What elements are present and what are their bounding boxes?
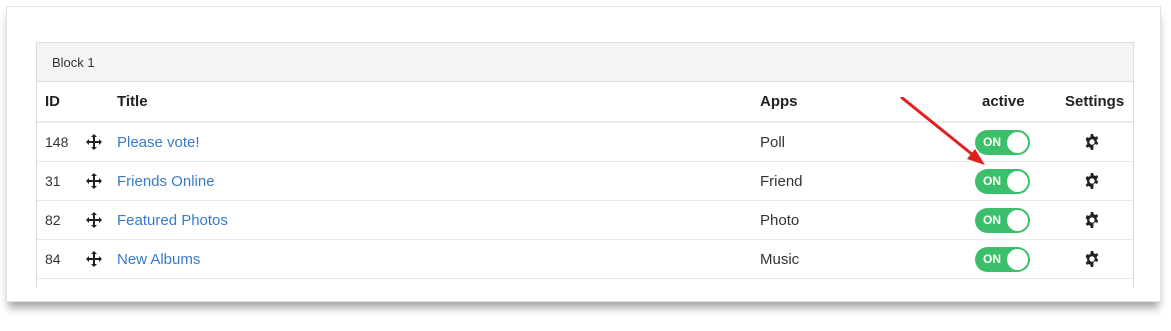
active-toggle[interactable]: ON bbox=[975, 168, 1030, 194]
block-header: Block 1 bbox=[37, 42, 1133, 82]
move-icon[interactable] bbox=[85, 133, 103, 151]
table-row: 82 Featured Photos Photo ON bbox=[37, 201, 1133, 240]
block-title-link[interactable]: Featured Photos bbox=[117, 212, 228, 229]
header-id: ID bbox=[45, 93, 60, 110]
row-id: 82 bbox=[45, 212, 61, 228]
move-icon[interactable] bbox=[85, 172, 103, 190]
block-panel: Block 1 ID Title Apps active Settings 14… bbox=[36, 42, 1134, 288]
header-apps: Apps bbox=[760, 93, 798, 110]
row-app: Music bbox=[760, 250, 800, 268]
row-id: 84 bbox=[45, 251, 61, 267]
table-row: 31 Friends Online Friend ON bbox=[37, 162, 1133, 201]
row-app: Poll bbox=[760, 133, 786, 151]
table-row: 148 Please vote! Poll ON bbox=[37, 123, 1133, 162]
toggle-label: ON bbox=[983, 212, 1001, 227]
block-title-link[interactable]: Please vote! bbox=[117, 134, 200, 151]
header-active: active bbox=[982, 93, 1025, 110]
active-toggle[interactable]: ON bbox=[975, 129, 1030, 155]
header-settings: Settings bbox=[1065, 93, 1125, 110]
active-toggle[interactable]: ON bbox=[975, 207, 1030, 233]
move-icon[interactable] bbox=[85, 211, 103, 229]
active-toggle[interactable]: ON bbox=[975, 246, 1030, 272]
row-id: 31 bbox=[45, 173, 61, 189]
row-id: 148 bbox=[45, 134, 69, 150]
gear-icon[interactable] bbox=[1083, 250, 1101, 268]
toggle-knob bbox=[1007, 131, 1028, 153]
block-title: Block 1 bbox=[52, 54, 95, 70]
block-title-link[interactable]: Friends Online bbox=[117, 173, 215, 190]
row-app: Photo bbox=[760, 211, 800, 229]
screenshot-frame: Block 1 ID Title Apps active Settings 14… bbox=[6, 6, 1161, 302]
gear-icon[interactable] bbox=[1083, 211, 1101, 229]
table-header: ID Title Apps active Settings bbox=[37, 82, 1133, 123]
table-row: 84 New Albums Music ON bbox=[37, 240, 1133, 279]
toggle-label: ON bbox=[983, 173, 1001, 188]
gear-icon[interactable] bbox=[1083, 133, 1101, 151]
header-title: Title bbox=[117, 93, 148, 110]
move-icon[interactable] bbox=[85, 250, 103, 268]
block-title-link[interactable]: New Albums bbox=[117, 251, 200, 268]
gear-icon[interactable] bbox=[1083, 172, 1101, 190]
toggle-label: ON bbox=[983, 251, 1001, 266]
toggle-knob bbox=[1007, 209, 1028, 231]
toggle-label: ON bbox=[983, 134, 1001, 149]
toggle-knob bbox=[1007, 248, 1028, 270]
toggle-knob bbox=[1007, 170, 1028, 192]
row-app: Friend bbox=[760, 172, 803, 190]
